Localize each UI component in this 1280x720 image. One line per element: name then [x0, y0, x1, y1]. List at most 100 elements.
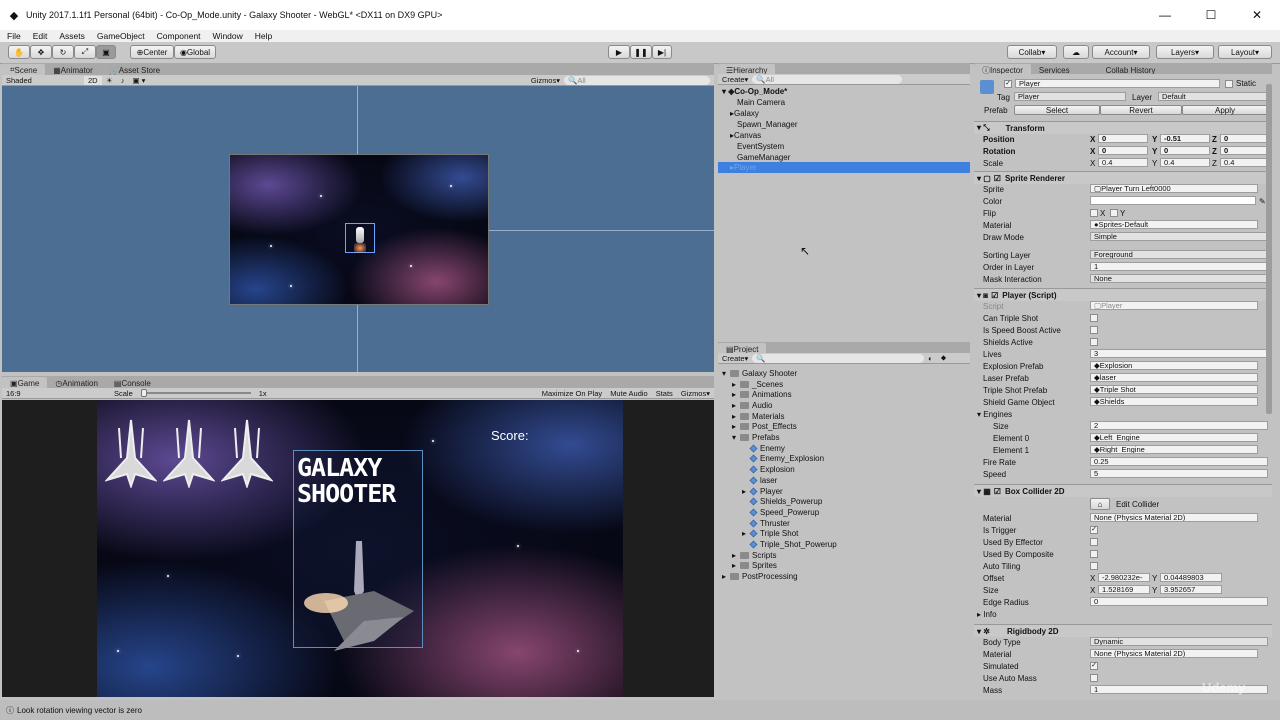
mute-audio-toggle[interactable]: Mute Audio [606, 389, 652, 398]
minimize-button[interactable]: — [1142, 0, 1188, 30]
sprite-material-field[interactable]: ● Sprites-Default [1090, 220, 1258, 229]
project-folder[interactable]: ▸ Sprites [732, 561, 777, 572]
hand-tool-icon[interactable]: ✋ [8, 45, 30, 59]
size-y-input[interactable]: 3.952657 [1160, 585, 1222, 594]
lives-input[interactable]: 3 [1090, 349, 1268, 358]
hierarchy-item[interactable]: ▸ Canvas [718, 130, 970, 141]
info-row[interactable]: ▸ Info [974, 608, 1272, 620]
rotate-tool-icon[interactable]: ↻ [52, 45, 74, 59]
project-folder[interactable]: ▸ Post_Effects [732, 422, 797, 433]
laser-prefab-field[interactable]: ◆ laser [1090, 373, 1258, 382]
rect-tool-icon[interactable]: ▣ [96, 45, 116, 59]
edit-collider-icon[interactable]: ⌂ [1090, 498, 1110, 510]
project-folder[interactable]: ▸ Audio [732, 400, 772, 411]
body-type-dropdown[interactable]: Dynamic [1090, 637, 1268, 646]
lighting-icon[interactable]: ☀ [102, 76, 117, 85]
project-search-input[interactable]: 🔍 [752, 353, 925, 363]
layer-dropdown[interactable]: Default [1158, 92, 1268, 101]
project-prefab[interactable]: Enemy [742, 443, 785, 454]
project-folder[interactable]: ▾ Galaxy Shooter [722, 368, 797, 379]
size-x-input[interactable]: 1.528169 [1098, 585, 1150, 594]
maximize-on-play-toggle[interactable]: Maximize On Play [538, 389, 606, 398]
play-button[interactable]: ▶ [608, 45, 630, 59]
gizmos-dropdown[interactable]: Gizmos ▾ [527, 76, 564, 85]
project-prefab[interactable]: Explosion [742, 464, 795, 475]
offset-y-input[interactable]: 0.04489803 [1160, 573, 1222, 582]
project-create-dropdown[interactable]: Create ▾ [718, 354, 752, 363]
auto-tiling-checkbox[interactable] [1090, 562, 1098, 570]
sorting-layer-dropdown[interactable]: Foreground [1090, 250, 1268, 259]
project-folder[interactable]: ▸ Scripts [732, 550, 776, 561]
project-folder[interactable]: ▸ Animations [732, 389, 792, 400]
explosion-prefab-field[interactable]: ◆ Explosion [1090, 361, 1258, 370]
color-swatch[interactable] [1090, 196, 1256, 205]
effector-checkbox[interactable] [1090, 538, 1098, 546]
cloud-icon[interactable]: ☁ [1063, 45, 1089, 59]
project-prefab[interactable]: Triple_Shot_Powerup [742, 539, 837, 550]
hierarchy-item[interactable]: Main Camera [718, 97, 970, 108]
layout-dropdown[interactable]: Layout ▾ [1218, 45, 1272, 59]
menu-component[interactable]: Component [150, 31, 206, 41]
pause-button[interactable]: ❚❚ [630, 45, 652, 59]
project-prefab[interactable]: Shields_Powerup [742, 496, 822, 507]
flip-y-checkbox[interactable] [1110, 209, 1118, 217]
shields-checkbox[interactable] [1090, 338, 1098, 346]
rb-material-field[interactable]: None (Physics Material 2D) [1090, 649, 1258, 658]
prefab-select-button[interactable]: Select [1014, 105, 1100, 115]
engines-row[interactable]: ▾ Engines [974, 408, 1272, 420]
position-z-input[interactable]: 0 [1220, 134, 1268, 143]
rotation-z-input[interactable]: 0 [1220, 146, 1268, 155]
flip-x-checkbox[interactable] [1090, 209, 1098, 217]
account-dropdown[interactable]: Account ▾ [1092, 45, 1150, 59]
project-folder[interactable]: ▾ Prefabs [732, 432, 780, 443]
hierarchy-search-input[interactable]: 🔍 All [752, 74, 903, 84]
shield-go-field[interactable]: ◆ Shields [1090, 397, 1258, 406]
prefab-apply-button[interactable]: Apply [1182, 105, 1268, 115]
prefab-revert-button[interactable]: Revert [1100, 105, 1182, 115]
hierarchy-item[interactable]: EventSystem [718, 141, 970, 152]
rotation-x-input[interactable]: 0 [1098, 146, 1148, 155]
scene-search-input[interactable]: 🔍 All [564, 75, 710, 85]
scale-slider[interactable] [140, 389, 251, 397]
shaded-dropdown[interactable]: Shaded [2, 76, 84, 85]
step-button[interactable]: ▶| [652, 45, 672, 59]
rotation-y-input[interactable]: 0 [1160, 146, 1210, 155]
element1-field[interactable]: ◆ Right_Engine [1090, 445, 1258, 454]
filter-icon[interactable]: ◐ [924, 354, 937, 363]
scale-tool-icon[interactable]: ⤢ [74, 45, 96, 59]
position-x-input[interactable]: 0 [1098, 134, 1148, 143]
scale-z-input[interactable]: 0.4 [1220, 158, 1268, 167]
2d-toggle[interactable]: 2D [84, 75, 102, 85]
active-checkbox[interactable]: ✓ [1004, 80, 1012, 88]
label-icon[interactable]: ⬥ [937, 353, 950, 363]
scene-view[interactable] [2, 86, 714, 372]
auto-mass-checkbox[interactable] [1090, 674, 1098, 682]
project-folder[interactable]: ▸ _Scenes [732, 379, 783, 390]
scale-x-input[interactable]: 0.4 [1098, 158, 1148, 167]
inspector-scrollbar[interactable] [1266, 84, 1272, 414]
menu-assets[interactable]: Assets [52, 31, 90, 41]
is-trigger-checkbox[interactable]: ✓ [1090, 526, 1098, 534]
project-prefab[interactable]: ▸ Triple Shot [742, 529, 798, 540]
menu-window[interactable]: Window [206, 31, 248, 41]
layers-dropdown[interactable]: Layers ▾ [1156, 45, 1214, 59]
object-name-input[interactable]: Player [1015, 79, 1220, 88]
hierarchy-item[interactable]: ▸ Galaxy [718, 108, 970, 119]
draw-mode-dropdown[interactable]: Simple [1090, 232, 1268, 241]
element0-field[interactable]: ◆ Left_Engine [1090, 433, 1258, 442]
composite-checkbox[interactable] [1090, 550, 1098, 558]
project-prefab[interactable]: Enemy_Explosion [742, 454, 824, 465]
fire-rate-input[interactable]: 0.25 [1090, 457, 1268, 466]
move-tool-icon[interactable]: ✥ [30, 45, 52, 59]
hierarchy-item-selected[interactable]: ▸ Player [718, 162, 970, 173]
project-prefab[interactable]: ▸ Player [742, 486, 783, 497]
order-input[interactable]: 1 [1090, 262, 1268, 271]
aspect-dropdown[interactable]: 16:9 [2, 389, 110, 398]
sprite-field[interactable]: ▢ Player Turn Left0000 [1090, 184, 1258, 193]
speed-boost-checkbox[interactable] [1090, 326, 1098, 334]
project-prefab[interactable]: laser [742, 475, 777, 486]
eyedropper-icon[interactable]: ✎ [1259, 197, 1266, 206]
game-gizmos-dropdown[interactable]: Gizmos ▾ [677, 389, 714, 398]
game-view[interactable]: Score: GALAXY SHOOTER [2, 400, 714, 697]
triple-shot-checkbox[interactable] [1090, 314, 1098, 322]
